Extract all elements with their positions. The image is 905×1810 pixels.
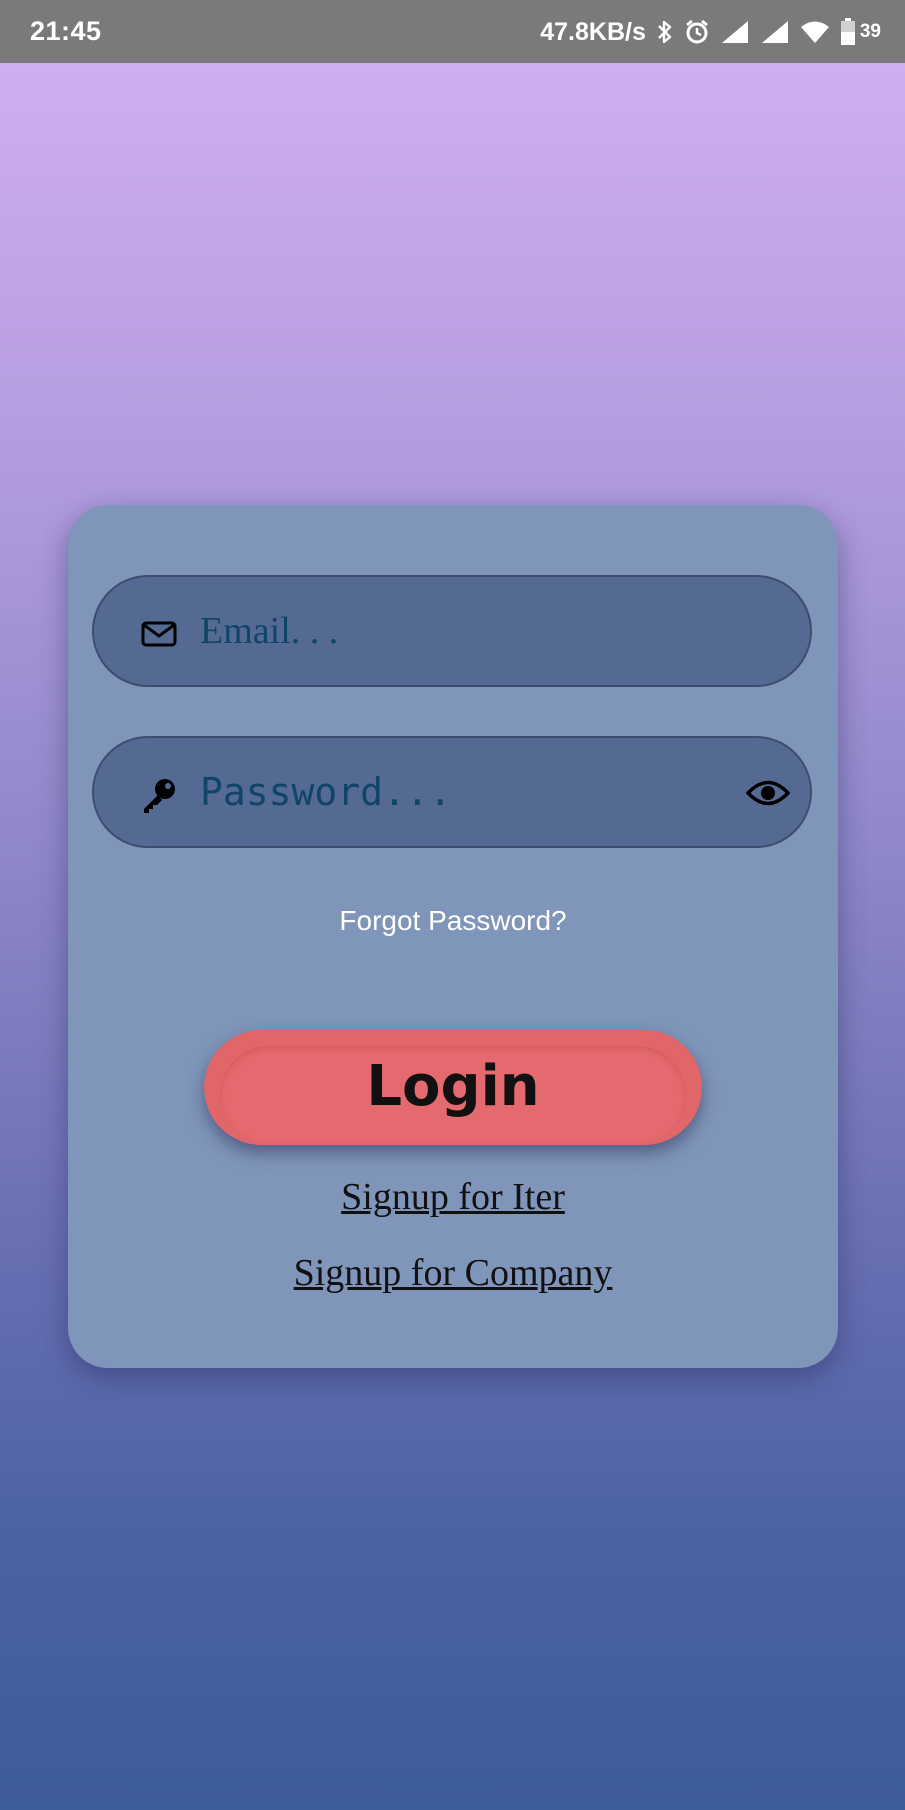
login-button-label: Login <box>366 1054 540 1119</box>
login-card: Email. . . Password... Forgot Password? <box>68 505 838 1368</box>
network-speed: 47.8KB/s <box>540 17 646 46</box>
eye-icon[interactable] <box>745 776 791 810</box>
signup-company-link[interactable]: Signup for Company <box>68 1251 838 1295</box>
envelope-icon <box>140 615 178 653</box>
email-field[interactable]: Email. . . <box>92 575 812 687</box>
login-screen: 21:45 47.8KB/s 39 Email. . . Password...… <box>0 0 905 1810</box>
key-icon <box>140 776 178 814</box>
signal-icon <box>720 19 750 45</box>
wifi-icon <box>800 19 830 45</box>
status-icons: 47.8KB/s 39 <box>540 14 881 50</box>
signup-iter-link[interactable]: Signup for Iter <box>68 1175 838 1219</box>
alarm-icon <box>684 19 710 45</box>
login-button[interactable]: Login <box>204 1030 702 1145</box>
bluetooth-icon <box>656 19 674 45</box>
status-bar: 21:45 47.8KB/s 39 <box>0 0 905 63</box>
battery-icon <box>840 18 856 46</box>
forgot-password-link[interactable]: Forgot Password? <box>68 905 838 937</box>
password-field[interactable]: Password... <box>92 736 812 848</box>
email-placeholder: Email. . . <box>200 610 339 652</box>
battery-percent: 39 <box>859 21 881 42</box>
status-time: 21:45 <box>30 16 102 46</box>
signal-icon <box>760 19 790 45</box>
password-placeholder: Password... <box>200 770 452 814</box>
